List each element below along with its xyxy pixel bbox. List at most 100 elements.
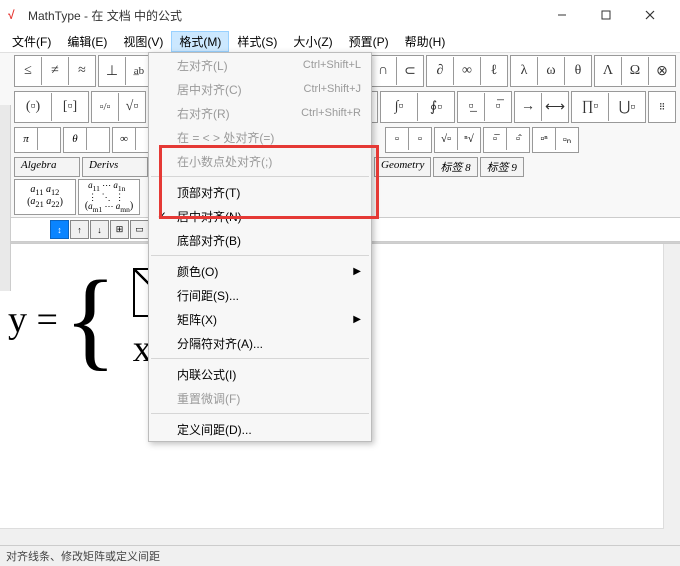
- tmpl-paren[interactable]: (▫): [15, 93, 52, 121]
- tab-derivs[interactable]: Derivs: [82, 157, 148, 177]
- tab-9[interactable]: 标签 9: [480, 157, 524, 177]
- sample-matrix-a[interactable]: (a11 a12a21 a22): [14, 179, 76, 215]
- close-button[interactable]: [628, 1, 672, 29]
- menu-left-align[interactable]: 左对齐(L)Ctrl+Shift+L: [149, 53, 371, 77]
- sym-partial[interactable]: ∂: [427, 57, 454, 85]
- horizontal-scrollbar[interactable]: [0, 528, 664, 545]
- menu-delimiter-align[interactable]: 分隔符对齐(A)...: [149, 331, 371, 355]
- quick-7[interactable]: ▫ⁿ▫ₙ: [532, 127, 579, 153]
- palette-fences[interactable]: (▫) [▫]: [14, 91, 89, 123]
- palette-caps[interactable]: Λ Ω ⊗: [594, 55, 676, 87]
- maximize-button[interactable]: [584, 1, 628, 29]
- q4a[interactable]: ▫: [386, 128, 409, 150]
- tab-8[interactable]: 标签 8: [433, 157, 477, 177]
- menu-file[interactable]: 文件(F): [4, 31, 59, 52]
- title-bar: √ MathType - 在 文档 中的公式: [0, 0, 680, 30]
- quick-5[interactable]: √▫ⁿ√: [434, 127, 481, 153]
- menu-right-align[interactable]: 右对齐(R)Ctrl+Shift+R: [149, 101, 371, 125]
- q-inf[interactable]: ∞: [113, 128, 136, 150]
- tmpl-bracket[interactable]: [▫]: [52, 93, 88, 121]
- q-theta[interactable]: θ: [64, 128, 87, 150]
- menu-reset-finetune[interactable]: 重置微调(F): [149, 386, 371, 410]
- palette-greek[interactable]: λ ω θ: [510, 55, 592, 87]
- sb-3[interactable]: ↓: [90, 220, 109, 239]
- q7b[interactable]: ▫ₙ: [556, 128, 578, 150]
- menu-size[interactable]: 大小(Z): [285, 31, 340, 52]
- tmpl-arrow[interactable]: →: [515, 93, 542, 121]
- menu-line-spacing[interactable]: 行间距(S)...: [149, 283, 371, 307]
- palette-prod[interactable]: ∏▫ ⋃▫: [571, 91, 646, 123]
- menu-matrix[interactable]: 矩阵(X)▶: [149, 307, 371, 331]
- tmpl-union[interactable]: ⋃▫: [609, 93, 645, 121]
- tab-algebra[interactable]: Algebra: [14, 157, 80, 177]
- menu-decimal-align[interactable]: 在小数点处对齐(;): [149, 149, 371, 173]
- sym-Lambda[interactable]: Λ: [595, 57, 622, 85]
- palette-underover[interactable]: ▫̲ ▫̅: [457, 91, 512, 123]
- sym-Omega[interactable]: Ω: [622, 57, 649, 85]
- menu-view[interactable]: 视图(V): [115, 31, 171, 52]
- sb-5[interactable]: ▭: [130, 220, 149, 239]
- tmpl-int[interactable]: ∫▫: [381, 93, 418, 121]
- quick-1[interactable]: π: [14, 127, 61, 153]
- left-vertical-bar: [0, 105, 11, 291]
- q-blank2[interactable]: [87, 128, 109, 150]
- sym-omega[interactable]: ω: [538, 57, 565, 85]
- palette-matrix[interactable]: ⠿: [648, 91, 676, 123]
- sym-space1[interactable]: ⊥: [99, 57, 126, 85]
- tmpl-frac[interactable]: ▫/▫: [92, 93, 119, 121]
- sym-intersect[interactable]: ∩: [370, 57, 397, 85]
- sym-lambda[interactable]: λ: [511, 57, 538, 85]
- q5a[interactable]: √▫: [435, 128, 458, 150]
- tmpl-arrow2[interactable]: ⟷: [542, 93, 568, 121]
- minimize-button[interactable]: [540, 1, 584, 29]
- sym-infty[interactable]: ∞: [454, 57, 481, 85]
- sym-approx[interactable]: ≈: [69, 57, 95, 85]
- menu-center-align-h[interactable]: 居中对齐(C)Ctrl+Shift+J: [149, 77, 371, 101]
- menu-mid-align[interactable]: ✓ 居中对齐(N): [149, 204, 371, 228]
- tmpl-sqrt[interactable]: √▫: [119, 93, 145, 121]
- sample-matrix-dots[interactable]: (a11 ⋯ a1n⋮ ⋱ ⋮am1 ⋯ amn): [78, 179, 140, 215]
- tmpl-oint[interactable]: ∮▫: [418, 93, 454, 121]
- q6a[interactable]: ▫̅: [484, 128, 507, 150]
- menu-color[interactable]: 颜色(O)▶: [149, 259, 371, 283]
- q-blank1[interactable]: [38, 128, 60, 150]
- q6b[interactable]: ▫̂: [507, 128, 529, 150]
- quick-2[interactable]: θ: [63, 127, 110, 153]
- sym-ell[interactable]: ℓ: [481, 57, 507, 85]
- menu-at-align[interactable]: 在 = < > 处对齐(=): [149, 125, 371, 149]
- sym-subset[interactable]: ⊂: [397, 57, 423, 85]
- menu-inline-formula[interactable]: 内联公式(I): [149, 362, 371, 386]
- sym-leq[interactable]: ≤: [15, 57, 42, 85]
- menu-edit[interactable]: 编辑(E): [59, 31, 115, 52]
- sb-1[interactable]: ↕: [50, 220, 69, 239]
- palette-arrows[interactable]: → ⟷: [514, 91, 569, 123]
- quick-4[interactable]: ▫▫: [385, 127, 432, 153]
- menu-format[interactable]: 格式(M): [171, 31, 229, 52]
- menu-preset[interactable]: 预置(P): [341, 31, 397, 52]
- quick-6[interactable]: ▫̅▫̂: [483, 127, 530, 153]
- palette-frac[interactable]: ▫/▫ √▫: [91, 91, 146, 123]
- tmpl-matrix[interactable]: ⠿: [649, 93, 675, 121]
- sym-neq[interactable]: ≠: [42, 57, 69, 85]
- tab-geometry[interactable]: Geometry: [374, 157, 431, 177]
- menu-help[interactable]: 帮助(H): [397, 31, 454, 52]
- q4b[interactable]: ▫: [409, 128, 431, 150]
- q5b[interactable]: ⁿ√: [458, 128, 480, 150]
- tmpl-over[interactable]: ▫̅: [485, 93, 511, 121]
- palette-int[interactable]: ∫▫ ∮▫: [380, 91, 455, 123]
- palette-operators[interactable]: ∂ ∞ ℓ: [426, 55, 508, 87]
- tmpl-prod[interactable]: ∏▫: [572, 93, 609, 121]
- vertical-scrollbar[interactable]: [663, 244, 680, 545]
- menu-top-align[interactable]: 顶部对齐(T): [149, 180, 371, 204]
- menu-bottom-align[interactable]: 底部对齐(B): [149, 228, 371, 252]
- sym-theta[interactable]: θ: [565, 57, 591, 85]
- menu-style[interactable]: 样式(S): [229, 31, 285, 52]
- palette-relations[interactable]: ≤ ≠ ≈: [14, 55, 96, 87]
- q-pi[interactable]: π: [15, 128, 38, 150]
- sb-2[interactable]: ↑: [70, 220, 89, 239]
- tmpl-under[interactable]: ▫̲: [458, 93, 485, 121]
- sb-4[interactable]: ⊞: [110, 220, 129, 239]
- menu-define-spacing[interactable]: 定义间距(D)...: [149, 417, 371, 441]
- q7a[interactable]: ▫ⁿ: [533, 128, 556, 150]
- sym-circle[interactable]: ⊗: [649, 57, 675, 85]
